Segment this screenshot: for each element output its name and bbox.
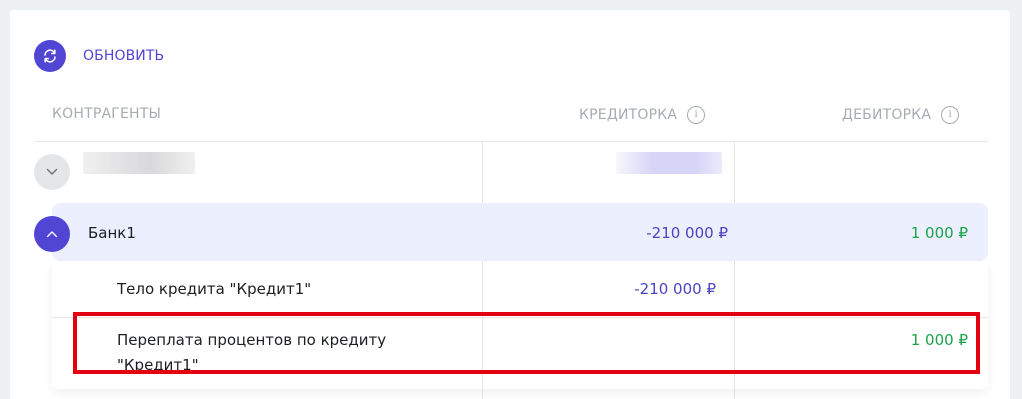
blurred-creditor-value: [616, 152, 722, 174]
highlight-box: [73, 312, 980, 374]
expand-row-button[interactable]: [34, 154, 70, 190]
blurred-counterparty-name: [83, 152, 195, 174]
bank-creditor-value: -210 000 ₽: [646, 224, 728, 242]
refresh-button[interactable]: ОБНОВИТЬ: [34, 40, 164, 72]
chevron-down-icon: [46, 168, 58, 175]
sub-row-name: Тело кредита "Кредит1": [117, 280, 312, 298]
column-header-counterparties: КОНТРАГЕНТЫ: [52, 106, 161, 122]
collapse-row-button[interactable]: [34, 216, 70, 252]
header-divider: [34, 141, 988, 142]
sub-row-creditor-value: -210 000 ₽: [634, 280, 716, 298]
column-header-creditor: КРЕДИТОРКА i: [579, 106, 706, 124]
column-header-counterparties-label: КОНТРАГЕНТЫ: [52, 106, 162, 122]
bank-debtor-value: 1 000 ₽: [910, 224, 968, 242]
column-header-creditor-label: КРЕДИТОРКА: [579, 107, 678, 123]
info-icon[interactable]: i: [941, 106, 960, 124]
column-header-debtor-label: ДЕБИТОРКА: [842, 107, 932, 123]
chevron-up-icon: [46, 231, 58, 238]
info-icon[interactable]: i: [687, 106, 706, 124]
column-header-debtor: ДЕБИТОРКА i: [842, 106, 960, 124]
refresh-icon[interactable]: [34, 40, 66, 72]
bank-name: Банк1: [88, 224, 136, 242]
table-row-bank[interactable]: [52, 203, 988, 261]
refresh-label[interactable]: ОБНОВИТЬ: [83, 48, 164, 64]
